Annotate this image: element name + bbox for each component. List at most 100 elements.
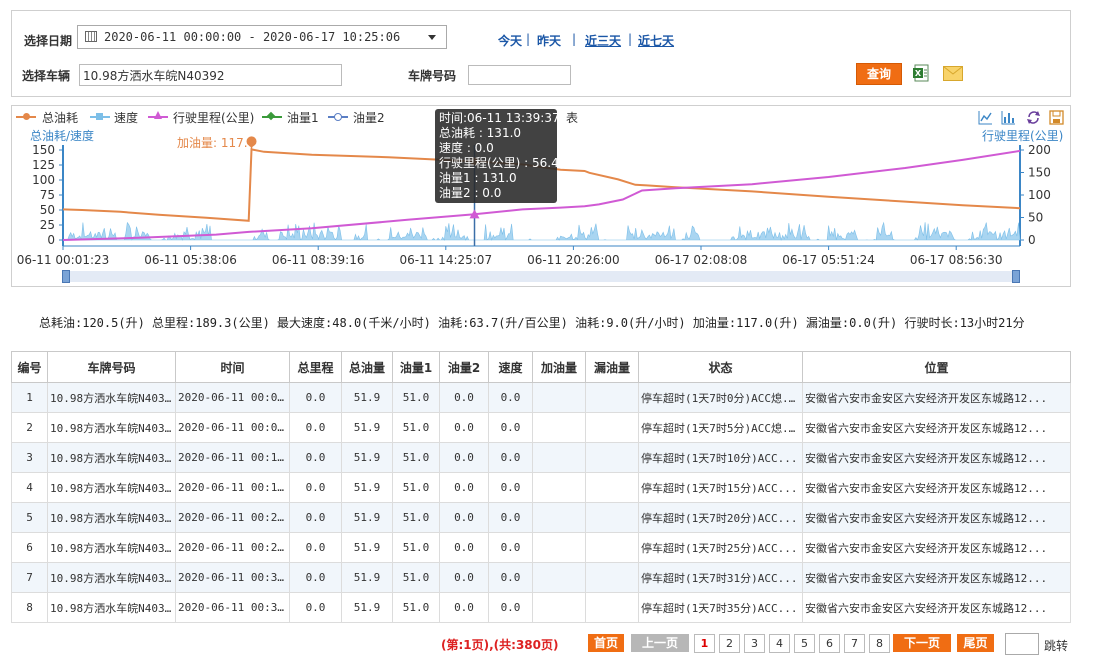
zoom-handle-left[interactable] [62, 270, 70, 283]
table-cell: 10.98方洒水车皖N40392 [47, 472, 176, 503]
table-cell: 51.0 [392, 442, 440, 473]
table-cell: 1 [11, 382, 48, 413]
table-cell: 2020-06-11 00:31:29 [175, 562, 290, 593]
table-cell: 51.9 [341, 382, 393, 413]
table-cell: 10.98方洒水车皖N40392 [47, 382, 176, 413]
table-cell: 0.0 [289, 412, 342, 443]
table-cell [585, 472, 639, 503]
tooltip-time: 时间:06-11 13:39:37 [439, 111, 560, 125]
table-cell: 51.9 [341, 472, 393, 503]
table-cell: 51.9 [341, 592, 393, 623]
table-row[interactable]: 710.98方洒水车皖N403922020-06-11 00:31:290.05… [11, 562, 1071, 593]
table-cell: 10.98方洒水车皖N40392 [47, 442, 176, 473]
table-cell: 停车超时(1天7时15分)ACC... [638, 472, 803, 503]
table-cell: 4 [11, 472, 48, 503]
table-row[interactable]: 410.98方洒水车皖N403922020-06-11 00:16:240.05… [11, 472, 1071, 503]
table-row[interactable]: 110.98方洒水车皖N403922020-06-11 00:01:230.05… [11, 382, 1071, 413]
table-cell: 0.0 [439, 442, 489, 473]
x-tick-label: 06-17 02:08:08 [655, 253, 748, 267]
table-cell: 安徽省六安市金安区六安经济开发区东城路12... [802, 532, 1071, 563]
table-row[interactable]: 810.98方洒水车皖N403922020-06-11 00:36:260.05… [11, 592, 1071, 623]
left-tick-label: 50 [40, 203, 55, 217]
table-cell [532, 442, 586, 473]
table-cell: 51.9 [341, 532, 393, 563]
table-cell: 51.0 [392, 382, 440, 413]
table-cell: 0.0 [289, 592, 342, 623]
column-header: 漏油量 [585, 351, 639, 383]
table-cell [585, 442, 639, 473]
table-cell: 7 [11, 562, 48, 593]
right-tick-label: 200 [1028, 143, 1051, 157]
table-cell: 0.0 [289, 382, 342, 413]
table-cell: 2 [11, 412, 48, 443]
page-number-3[interactable]: 3 [744, 634, 765, 653]
last-page-button[interactable]: 尾页 [957, 634, 994, 652]
table-cell: 51.9 [341, 502, 393, 533]
x-tick-label: 06-17 08:56:30 [910, 253, 1003, 267]
table-cell: 停车超时(1天7时20分)ACC... [638, 502, 803, 533]
table-cell: 0.0 [289, 472, 342, 503]
jump-page-input[interactable] [1005, 633, 1039, 655]
table-cell: 0.0 [488, 382, 533, 413]
tooltip-line: 油量1 : 131.0 [439, 171, 517, 185]
table-cell [532, 412, 586, 443]
table-cell: 0.0 [439, 592, 489, 623]
table-cell: 安徽省六安市金安区六安经济开发区东城路12... [802, 592, 1071, 623]
table-cell: 0.0 [289, 532, 342, 563]
next-page-button[interactable]: 下一页 [893, 634, 951, 652]
table-cell: 51.0 [392, 412, 440, 443]
table-cell: 安徽省六安市金安区六安经济开发区东城路12... [802, 472, 1071, 503]
table-cell: 安徽省六安市金安区六安经济开发区东城路12... [802, 382, 1071, 413]
table-cell: 10.98方洒水车皖N40392 [47, 592, 176, 623]
table-cell: 0.0 [488, 472, 533, 503]
table-row[interactable]: 210.98方洒水车皖N403922020-06-11 00:06:230.05… [11, 412, 1071, 443]
column-header: 加油量 [532, 351, 586, 383]
table-cell: 10.98方洒水车皖N40392 [47, 412, 176, 443]
table-cell: 2020-06-11 00:21:25 [175, 502, 290, 533]
table-row[interactable]: 310.98方洒水车皖N403922020-06-11 00:11:240.05… [11, 442, 1071, 473]
table-cell: 停车超时(1天7时10分)ACC... [638, 442, 803, 473]
table-cell: 0.0 [488, 502, 533, 533]
column-header: 油量2 [439, 351, 489, 383]
page-number-8[interactable]: 8 [869, 634, 890, 653]
table-cell: 51.9 [341, 442, 393, 473]
data-table: 编号 车牌号码 时间 总里程 总油量 油量1 油量2 速度 加油量 漏油量 状态 位置 1 10.98方… [11, 351, 1071, 623]
page-number-5[interactable]: 5 [794, 634, 815, 653]
table-cell: 51.9 [341, 562, 393, 593]
zoom-slider-track[interactable] [63, 271, 1019, 282]
page-number-7[interactable]: 7 [844, 634, 865, 653]
table-cell: 安徽省六安市金安区六安经济开发区东城路12... [802, 442, 1071, 473]
table-cell: 2020-06-11 00:26:26 [175, 532, 290, 563]
page-number-6[interactable]: 6 [819, 634, 840, 653]
table-cell: 0.0 [289, 562, 342, 593]
page-number-2[interactable]: 2 [719, 634, 740, 653]
tooltip-line: 油量2 : 0.0 [439, 186, 502, 200]
page-number-4[interactable]: 4 [769, 634, 790, 653]
left-tick-label: 0 [47, 233, 55, 247]
zoom-handle-right[interactable] [1012, 270, 1020, 283]
table-cell: 0.0 [488, 442, 533, 473]
page-number-1[interactable]: 1 [694, 634, 715, 653]
tooltip-line: 行驶里程(公里) : 56.4 [439, 156, 559, 170]
first-page-button[interactable]: 首页 [588, 634, 624, 652]
table-cell [532, 562, 586, 593]
left-tick-label: 75 [40, 188, 55, 202]
chart-tooltip: 时间:06-11 13:39:37 总油耗 : 131.0 速度 : 0.0 行… [435, 109, 560, 203]
speed-series [63, 221, 1021, 242]
table-row[interactable]: 610.98方洒水车皖N403922020-06-11 00:26:260.05… [11, 532, 1071, 563]
table-cell: 51.0 [392, 592, 440, 623]
x-axis-ticks: 06-11 00:01:23 06-11 05:38:06 06-11 08:39:… [17, 246, 1003, 267]
tooltip-line: 速度 : 0.0 [439, 141, 494, 155]
jump-label[interactable]: 跳转 [1044, 637, 1068, 654]
table-cell: 0.0 [488, 412, 533, 443]
table-cell: 安徽省六安市金安区六安经济开发区东城路12... [802, 502, 1071, 533]
prev-page-button[interactable]: 上一页 [631, 634, 689, 652]
table-cell: 0.0 [439, 412, 489, 443]
table-header-row: 编号 车牌号码 时间 总里程 总油量 油量1 油量2 速度 加油量 漏油量 状态 位置 [11, 351, 1071, 383]
table-cell: 2020-06-11 00:06:23 [175, 412, 290, 443]
table-row[interactable]: 510.98方洒水车皖N403922020-06-11 00:21:250.05… [11, 502, 1071, 533]
table-cell [585, 562, 639, 593]
table-cell [585, 412, 639, 443]
table-cell: 0.0 [439, 562, 489, 593]
column-header: 状态 [638, 351, 803, 383]
